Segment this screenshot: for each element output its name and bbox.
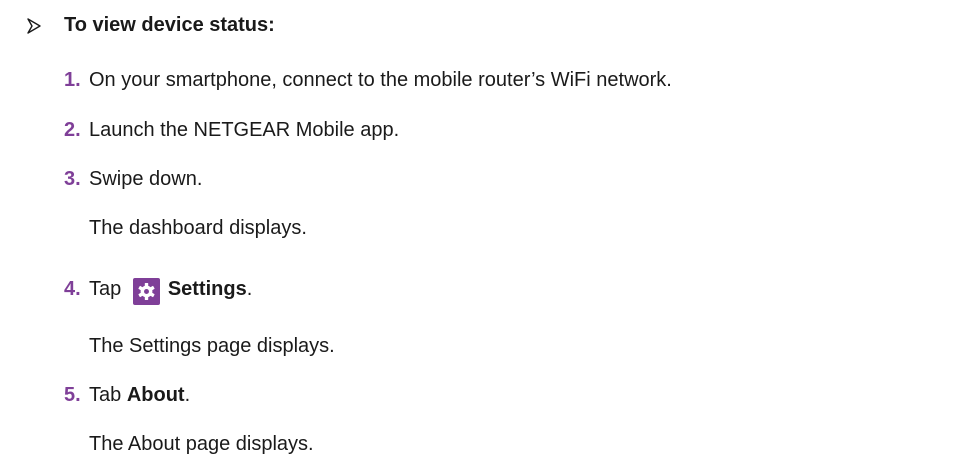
step-text: Launch the NETGEAR Mobile app. <box>89 119 400 141</box>
step-4: 4. Tap Settings. <box>64 277 252 305</box>
step-number: 3. <box>64 168 81 190</box>
arrowhead-bullet-icon <box>27 17 47 34</box>
step-4-result: The Settings page displays. <box>89 335 335 357</box>
settings-gear-icon <box>132 278 160 305</box>
step-5: 5. Tab About. <box>64 383 190 407</box>
step-2: 2. Launch the NETGEAR Mobile app. <box>64 118 399 142</box>
step-number: 1. <box>64 69 81 91</box>
step-5-result: The About page displays. <box>89 433 314 455</box>
about-label: About <box>126 384 185 406</box>
step-text: Swipe down. <box>89 168 203 190</box>
step-suffix: . <box>246 278 253 300</box>
settings-label: Settings <box>167 278 247 300</box>
step-3-result: The dashboard displays. <box>89 217 307 239</box>
step-text: On your smartphone, connect to the mobil… <box>89 69 672 91</box>
step-suffix: . <box>184 384 191 406</box>
step-prefix: Tab <box>89 384 127 406</box>
step-number: 2. <box>64 119 81 141</box>
step-1: 1. On your smartphone, connect to the mob… <box>64 68 672 92</box>
step-number: 5. <box>64 384 81 406</box>
step-prefix: Tap <box>89 278 127 300</box>
procedure-heading: To view device status: <box>27 14 275 37</box>
step-3: 3. Swipe down. <box>64 167 202 191</box>
step-number: 4. <box>64 278 81 300</box>
heading-text: To view device status: <box>64 14 275 36</box>
